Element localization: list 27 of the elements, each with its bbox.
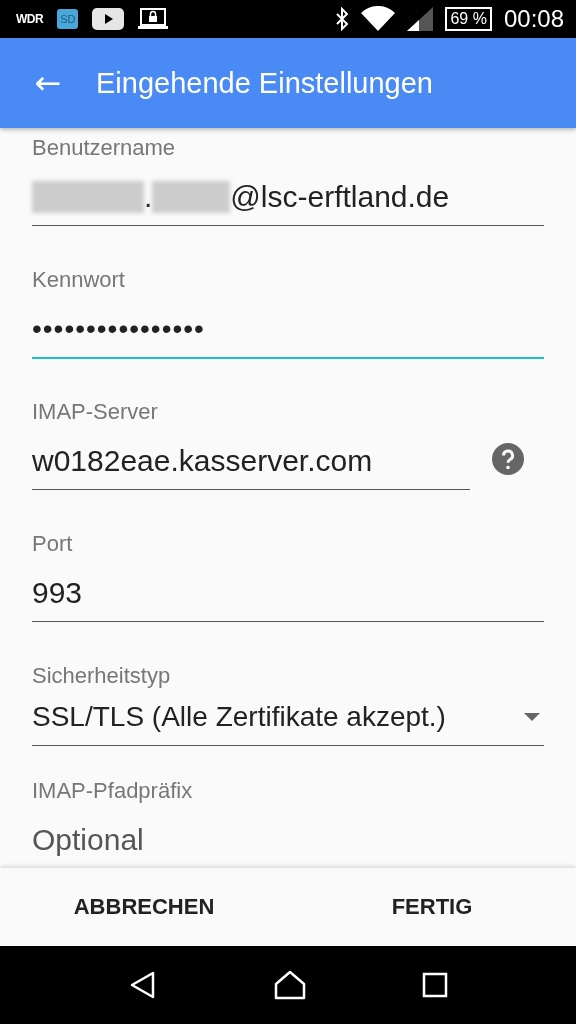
clock: 00:08: [503, 5, 564, 33]
channel-logo: WDR: [16, 12, 44, 26]
field-label: Port: [32, 530, 74, 558]
field-label: IMAP-Server: [32, 398, 159, 426]
input-field[interactable]: 993: [32, 559, 544, 622]
screen-title: Eingehende Einstellungen: [96, 66, 433, 100]
input-field[interactable]: . @lsc-erftland.de: [32, 163, 544, 226]
battery-indicator: 69 %: [445, 7, 492, 31]
input-field[interactable]: SSL/TLS (Alle Zertifikate akzept.): [32, 691, 544, 746]
input-field[interactable]: w0182eae.kasserver.com: [32, 427, 470, 490]
field-label: IMAP-Pfadpräfix: [32, 777, 194, 805]
signal-icon: [407, 7, 434, 31]
sd-card-icon: SD: [57, 9, 79, 29]
cancel-button[interactable]: ABBRECHEN: [0, 868, 288, 946]
laptop-lock-icon: [138, 8, 169, 30]
home-icon[interactable]: [273, 970, 307, 1000]
wifi-icon: [361, 6, 396, 32]
play-icon: [92, 8, 125, 30]
field-label: Sicherheitstyp: [32, 662, 172, 690]
input-field[interactable]: ••••••••••••••••: [32, 295, 544, 359]
field-label: Kennwort: [32, 266, 126, 294]
bluetooth-icon: [335, 7, 350, 31]
recents-icon[interactable]: [422, 972, 449, 998]
help-icon[interactable]: [492, 442, 524, 475]
done-button[interactable]: FERTIG: [288, 868, 576, 946]
field-label: Benutzername: [32, 134, 177, 162]
caret-icon: [524, 713, 540, 721]
